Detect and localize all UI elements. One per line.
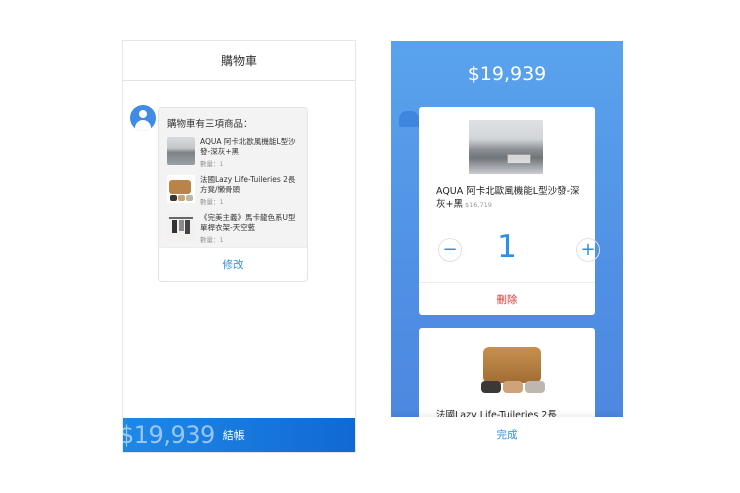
plus-icon[interactable]: + (576, 238, 600, 262)
item-name: AQUA 阿卡北歐風機能L型沙發-深灰+黑 (200, 137, 296, 156)
cart-summary-text: 購物車有三項商品： (167, 119, 253, 130)
item-quantity: 數量：1 (200, 160, 224, 168)
checkout-amount: $19,939 (123, 421, 215, 449)
cart-summary-body: 購物車有三項商品： AQUA 阿卡北歐風機能L型沙發-深灰+黑 數量：1 法國L… (159, 108, 307, 247)
checkout-label: 結帳 (222, 429, 245, 442)
done-button[interactable]: 完成 (391, 417, 623, 452)
user-avatar-icon (130, 105, 156, 131)
beanbag-thumbnail (167, 175, 195, 203)
cart-screen: 購物車 購物車有三項商品： AQUA 阿卡北歐風機能L型沙發-深灰+黑 數量：1… (123, 41, 355, 452)
cart-total: $19,939 (467, 63, 547, 85)
avatar-shadow (399, 111, 419, 127)
sofa-thumbnail (167, 137, 195, 165)
product-name: AQUA 阿卡北歐風機能L型沙發-深灰+黑 $16,719 (436, 186, 580, 210)
list-item: AQUA 阿卡北歐風機能L型沙發-深灰+黑 數量：1 (167, 137, 299, 171)
beanbag-image (481, 343, 545, 395)
edit-cart-screen: $19,939 AQUA 阿卡北歐風機能L型沙發-深灰+黑 $16,719 − 1… (391, 41, 623, 452)
checkout-button[interactable]: $19,939 結帳 (123, 418, 355, 452)
item-quantity: 數量：1 (200, 236, 224, 244)
sofa-image (469, 120, 543, 174)
item-name: 法國Lazy Life-Tuileries 2長方凳/懶骨頭 (200, 175, 296, 194)
list-item: 《完美主義》馬卡龍色系U型單桿衣架-天空藍 數量：1 (167, 213, 299, 247)
edit-button[interactable]: 修改 (159, 247, 307, 281)
clothes-rack-thumbnail (167, 213, 195, 241)
delete-button[interactable]: 刪除 (419, 282, 595, 315)
product-price: $16,719 (464, 201, 492, 209)
quantity-value: 1 (497, 229, 517, 265)
cart-summary-card: 購物車有三項商品： AQUA 阿卡北歐風機能L型沙發-深灰+黑 數量：1 法國L… (158, 107, 308, 282)
item-quantity: 數量：1 (200, 198, 224, 206)
product-card: AQUA 阿卡北歐風機能L型沙發-深灰+黑 $16,719 − 1 + 刪除 (419, 107, 600, 315)
product-card: 法國Lazy Life-Tuileries 2長 (419, 328, 595, 428)
item-name: 《完美主義》馬卡龍色系U型單桿衣架-天空藍 (200, 213, 296, 232)
page-title: 購物車 (123, 41, 355, 81)
list-item: 法國Lazy Life-Tuileries 2長方凳/懶骨頭 數量：1 (167, 175, 299, 209)
